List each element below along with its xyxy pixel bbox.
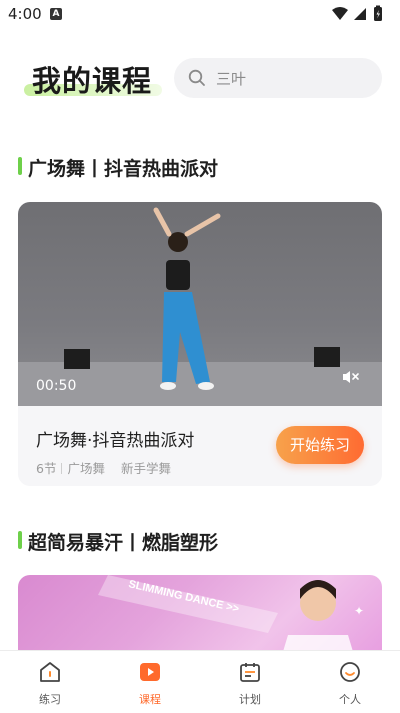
bottom-tabbar: 练习 课程 计划 个人 [0,650,400,713]
tab-practice[interactable]: 练习 [0,651,100,713]
tab-profile[interactable]: 个人 [300,651,400,713]
meta-divider [61,463,63,474]
svg-text:✦: ✦ [354,604,364,618]
page-title: 我的课程 [32,64,153,98]
tab-label: 个人 [339,693,361,706]
banner-artwork: SLIMMING DANCE >> ✦ [98,575,364,655]
course-play-icon [139,661,161,683]
practice-icon [39,661,61,683]
video-duration: 00:50 [36,378,77,394]
tab-label: 课程 [139,693,161,706]
course-category: 广场舞 [67,461,105,476]
status-bar: 4:00 A [0,0,400,28]
video-thumbnail [18,207,382,406]
status-time: 4:00 [8,5,42,23]
tab-course[interactable]: 课程 [100,651,200,713]
section-marker [18,531,22,549]
signal-icon [354,8,366,20]
section-marker [18,157,22,175]
search-icon [188,69,206,91]
start-practice-button[interactable]: 开始练习 [276,426,364,464]
search-placeholder: 三叶 [216,70,247,88]
tab-label: 练习 [39,693,61,706]
course-level: 新手学舞 [120,461,171,476]
tab-label: 计划 [239,693,261,706]
tab-plan[interactable]: 计划 [200,651,300,713]
plan-calendar-icon [239,661,261,683]
course-meta: 6节 广场舞 新手学舞 [36,458,171,477]
course-info: 广场舞·抖音热曲派对 6节 广场舞 新手学舞 开始练习 [18,406,382,486]
course-lessons: 6节 [36,461,57,476]
profile-face-icon [339,661,361,683]
course-video[interactable]: 00:50 [18,202,382,406]
course-banner[interactable]: SLIMMING DANCE >> ✦ [18,575,382,655]
section-title: 广场舞丨抖音热曲派对 [28,158,219,180]
notification-icon: A [50,8,62,20]
course-card[interactable]: 00:50 广场舞·抖音热曲派对 6节 广场舞 新手学舞 开始练习 [18,202,382,486]
course-title: 广场舞·抖音热曲派对 [36,431,195,451]
status-icons [330,5,390,27]
mute-icon[interactable] [342,369,360,388]
battery-icon [374,5,382,21]
search-input[interactable]: 三叶 [174,58,382,98]
wifi-icon [332,7,348,20]
section-title: 超简易暴汗丨燃脂塑形 [28,532,219,554]
